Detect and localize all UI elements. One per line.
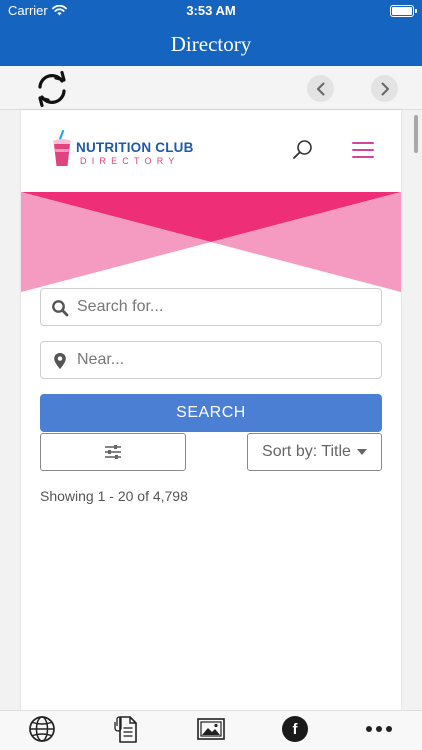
near-input[interactable] <box>77 343 373 377</box>
filter-button[interactable] <box>40 433 186 471</box>
browser-toolbar <box>0 66 422 110</box>
smoothie-cup-icon <box>53 130 71 166</box>
hero-banner <box>21 192 401 292</box>
web-view[interactable]: NUTRITION CLUB DIRECTORY Search for... N… <box>0 110 422 710</box>
sort-dropdown[interactable]: Sort by: Title <box>247 433 382 471</box>
status-bar: Carrier 3:53 AM <box>0 0 422 22</box>
facebook-icon: f <box>282 716 308 742</box>
globe-icon <box>29 716 55 742</box>
gallery-icon <box>197 718 225 740</box>
tab-more[interactable] <box>364 714 394 744</box>
sort-label: Sort by: Title <box>262 443 351 460</box>
hamburger-menu-icon <box>352 142 374 158</box>
refresh-button[interactable] <box>33 70 71 108</box>
status-time: 3:53 AM <box>186 3 236 18</box>
tab-gallery[interactable] <box>196 714 226 744</box>
nav-bar: Directory <box>0 22 422 66</box>
directory-page: NUTRITION CLUB DIRECTORY Search for... N… <box>21 110 401 710</box>
near-field[interactable] <box>40 341 382 379</box>
tab-facebook[interactable]: f <box>280 714 310 744</box>
back-button[interactable] <box>307 75 334 102</box>
site-logo[interactable]: NUTRITION CLUB DIRECTORY <box>50 130 210 170</box>
document-icon <box>114 716 137 743</box>
more-icon <box>366 726 392 732</box>
tab-directory[interactable] <box>112 714 142 744</box>
chevron-left-icon <box>316 82 324 95</box>
search-button[interactable]: SEARCH <box>40 394 382 432</box>
search-field[interactable] <box>40 288 382 326</box>
forward-button[interactable] <box>371 75 398 102</box>
site-header: NUTRITION CLUB DIRECTORY <box>21 110 401 192</box>
map-pin-icon <box>54 353 66 369</box>
refresh-icon <box>38 70 66 108</box>
tab-bar: f <box>0 710 422 750</box>
logo-title: NUTRITION CLUB <box>76 140 194 155</box>
logo-subtitle: DIRECTORY <box>80 156 180 166</box>
sliders-icon <box>105 445 121 459</box>
search-input[interactable] <box>77 290 373 324</box>
search-icon <box>293 140 312 159</box>
caret-down-icon <box>356 449 367 455</box>
app-root: Carrier 3:53 AM Directory NUTRITION CLUB… <box>0 0 422 750</box>
chevron-right-icon <box>381 82 389 95</box>
results-count: Showing 1 - 20 of 4,798 <box>40 488 188 504</box>
nav-title: Directory <box>170 31 252 56</box>
magnifier-icon <box>52 300 69 317</box>
header-search-button[interactable] <box>291 138 315 162</box>
battery-icon <box>390 5 417 17</box>
tab-website[interactable] <box>27 714 57 744</box>
scrollbar-thumb[interactable] <box>414 115 418 153</box>
menu-button[interactable] <box>351 139 375 161</box>
